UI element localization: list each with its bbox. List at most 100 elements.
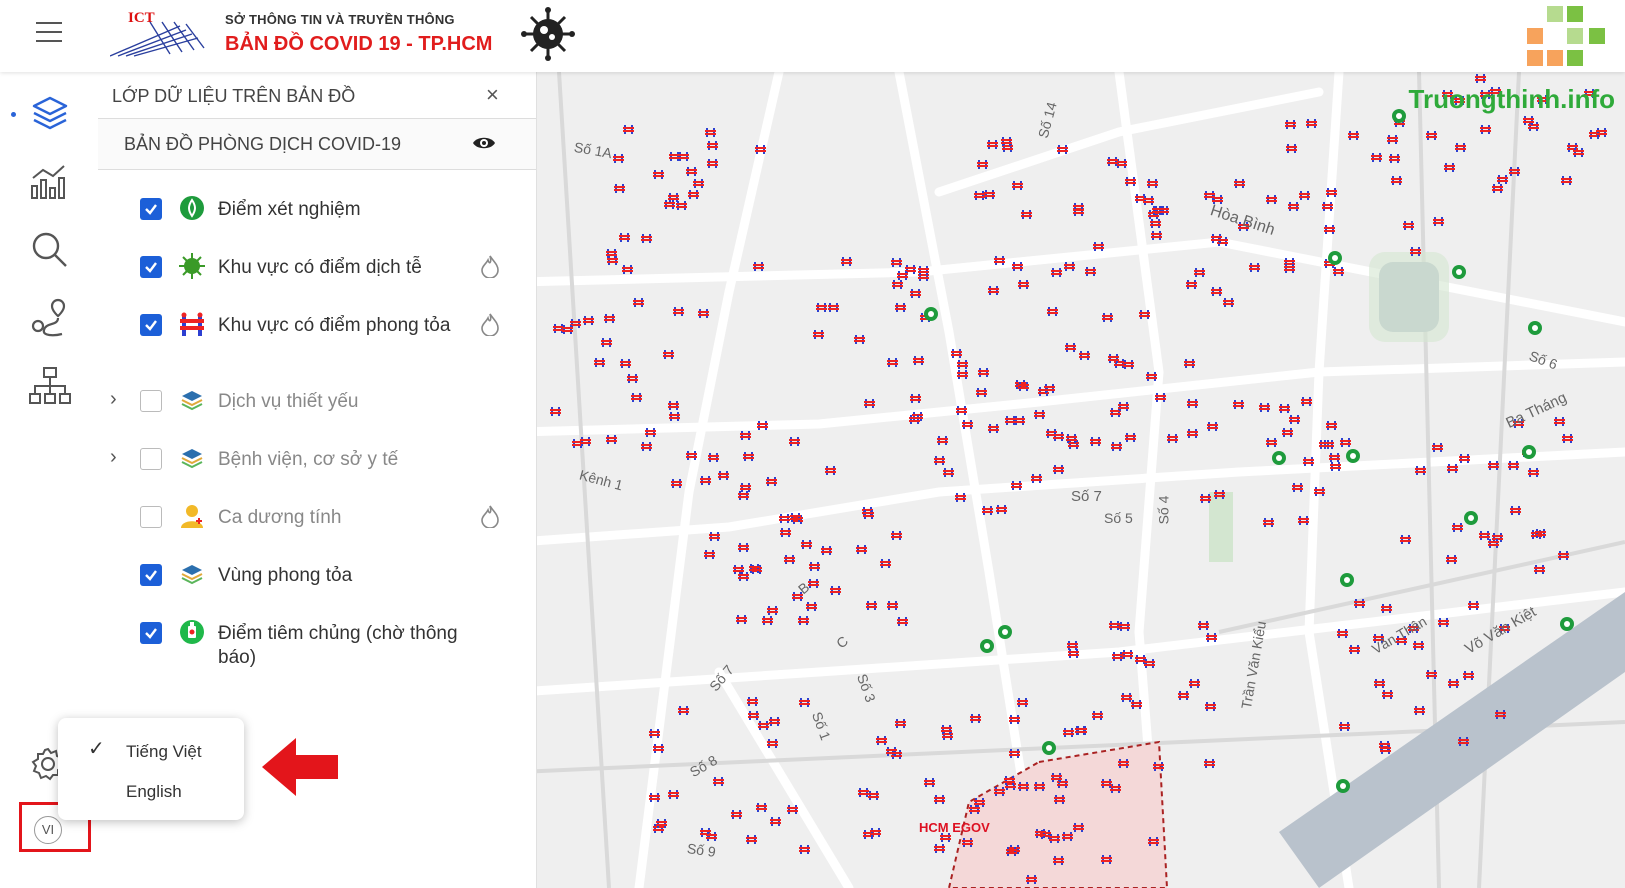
checkbox[interactable] — [140, 314, 162, 336]
menu-icon[interactable] — [36, 20, 62, 44]
checkbox[interactable] — [140, 622, 162, 644]
chevron-right-icon[interactable]: › — [110, 388, 117, 411]
lockdown-marker — [707, 141, 718, 150]
lockdown-marker — [1415, 466, 1426, 475]
lockdown-marker — [886, 747, 897, 756]
lockdown-marker — [1596, 128, 1607, 137]
lockdown-marker — [583, 316, 594, 325]
lockdown-marker — [1285, 120, 1296, 129]
lockdown-marker — [825, 466, 836, 475]
chevron-right-icon[interactable]: › — [110, 446, 117, 469]
test-site-marker — [1336, 779, 1350, 793]
lockdown-marker — [1063, 728, 1074, 737]
lockdown-marker — [868, 791, 879, 800]
language-option-english[interactable]: English — [126, 782, 182, 802]
lockdown-marker — [982, 506, 993, 515]
lockdown-marker — [1410, 247, 1421, 256]
lockdown-marker — [1143, 196, 1154, 205]
lockdown-marker — [1458, 737, 1469, 746]
lockdown-marker — [614, 184, 625, 193]
lockdown-marker — [641, 234, 652, 243]
checkbox[interactable] — [140, 448, 162, 470]
lockdown-marker — [1249, 263, 1260, 272]
close-icon[interactable]: × — [486, 82, 499, 108]
lockdown-marker — [910, 394, 921, 403]
lockdown-marker — [671, 479, 682, 488]
lockdown-marker — [1111, 442, 1122, 451]
lockdown-marker — [976, 388, 987, 397]
hierarchy-icon[interactable] — [28, 364, 72, 408]
statistics-icon[interactable] — [28, 160, 72, 204]
lockdown-marker — [924, 778, 935, 787]
lockdown-marker — [1286, 144, 1297, 153]
lockdown-marker — [1079, 351, 1090, 360]
panel-title: LỚP DỮ LIỆU TRÊN BẢN ĐỒ — [112, 86, 356, 106]
lockdown-marker — [1492, 184, 1503, 193]
lockdown-marker — [1009, 749, 1020, 758]
lockdown-marker — [1207, 422, 1218, 431]
lockdown-marker — [1444, 163, 1455, 172]
test-site-marker — [980, 639, 994, 653]
lockdown-marker — [876, 736, 887, 745]
layer-label: Khu vực có điểm dịch tễ — [218, 257, 422, 278]
checkbox[interactable] — [140, 564, 162, 586]
lockdown-marker — [1426, 131, 1437, 140]
lockdown-marker — [769, 717, 780, 726]
lockdown-marker — [978, 368, 989, 377]
lockdown-marker — [1554, 417, 1565, 426]
lockdown-marker — [767, 606, 778, 615]
lockdown-marker — [984, 190, 995, 199]
heatmap-icon[interactable] — [480, 504, 500, 528]
lockdown-marker — [1324, 225, 1335, 234]
heatmap-icon[interactable] — [480, 312, 500, 336]
lockdown-marker — [955, 493, 966, 502]
lockdown-marker — [880, 559, 891, 568]
checkbox[interactable] — [140, 506, 162, 528]
lockdown-marker — [1139, 310, 1150, 319]
lockdown-marker — [779, 514, 790, 523]
lockdown-marker — [736, 615, 747, 624]
lockdown-marker — [799, 845, 810, 854]
lockdown-marker — [969, 805, 980, 814]
layers-icon[interactable] — [28, 92, 72, 136]
language-option-vietnamese[interactable]: Tiếng Việt — [126, 742, 202, 762]
virus-logo-icon — [521, 7, 575, 61]
lockdown-marker — [870, 828, 881, 837]
layer-group-header[interactable]: BẢN ĐỒ PHÒNG DỊCH COVID-19 — [98, 118, 536, 170]
lockdown-marker — [1479, 531, 1490, 540]
lockdown-marker — [627, 374, 638, 383]
lockdown-marker — [738, 491, 749, 500]
lockdown-marker — [1326, 188, 1337, 197]
lockdown-marker — [1051, 773, 1062, 782]
route-icon[interactable] — [28, 296, 72, 340]
lockdown-marker — [895, 719, 906, 728]
layers-icon — [181, 391, 203, 411]
lockdown-marker — [770, 817, 781, 826]
lockdown-marker — [1021, 210, 1032, 219]
lockdown-marker — [731, 810, 742, 819]
lockdown-marker — [704, 550, 715, 559]
lockdown-marker — [1090, 437, 1101, 446]
street-label: Số 5 — [1104, 510, 1133, 526]
checkbox[interactable] — [140, 256, 162, 278]
layer-label: Ca dương tính — [218, 507, 342, 528]
lockdown-marker — [1447, 464, 1458, 473]
lockdown-marker — [1001, 137, 1012, 146]
map-canvas[interactable]: Số 1A Số 14 Hòa Bình Số 6 Ba Tháng Kênh … — [519, 72, 1625, 888]
heatmap-icon[interactable] — [480, 254, 500, 278]
lockdown-marker — [693, 179, 704, 188]
lockdown-marker — [1446, 555, 1457, 564]
lockdown-marker — [766, 477, 777, 486]
checkbox[interactable] — [140, 198, 162, 220]
search-icon[interactable] — [28, 228, 72, 272]
lockdown-marker — [1403, 221, 1414, 230]
lockdown-marker — [1047, 307, 1058, 316]
lockdown-marker — [738, 572, 749, 581]
lockdown-marker — [934, 844, 945, 853]
layer-group-title: BẢN ĐỒ PHÒNG DỊCH COVID-19 — [124, 134, 402, 154]
lockdown-marker — [1131, 700, 1142, 709]
lockdown-marker — [668, 790, 679, 799]
eye-icon[interactable] — [472, 133, 496, 153]
checkbox[interactable] — [140, 390, 162, 412]
lockdown-marker — [1497, 175, 1508, 184]
